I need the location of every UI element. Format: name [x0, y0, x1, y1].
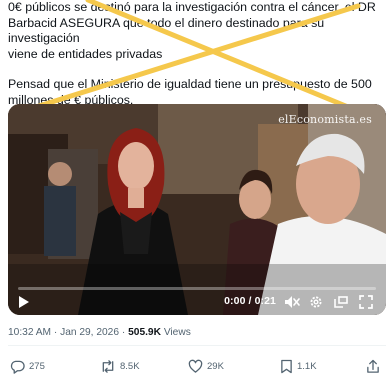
action-bar: 275 8.5K 29K 1.1K — [0, 356, 390, 376]
tweet-meta: 10:32 AM · Jan 29, 2026 · 505.9K Views — [8, 327, 191, 338]
timestamp[interactable]: 10:32 AM · Jan 29, 2026 — [8, 327, 119, 338]
bookmark-count: 1.1K — [297, 360, 317, 372]
bookmark-button[interactable]: 1.1K — [280, 356, 317, 376]
repost-icon — [102, 359, 114, 373]
meta-separator: · — [121, 327, 126, 338]
share-icon — [367, 359, 379, 373]
divider — [8, 345, 386, 346]
pip-button[interactable] — [332, 294, 348, 310]
repost-count: 8.5K — [120, 360, 140, 372]
volume-icon — [285, 296, 300, 308]
volume-button[interactable] — [284, 294, 300, 310]
reply-button[interactable]: 275 — [10, 356, 45, 376]
video-player[interactable]: elEconomista.es 0:00 / 0:21 — [8, 104, 386, 315]
tweet-line: Barbacid ASEGURA que todo el dinero dest… — [8, 15, 325, 46]
play-button[interactable] — [16, 294, 32, 310]
views-count: 505.9K — [128, 327, 161, 338]
reply-icon — [10, 360, 25, 374]
settings-icon — [310, 296, 322, 308]
tweet-line: viene de entidades privadas — [8, 46, 163, 61]
reply-count: 275 — [29, 360, 45, 372]
like-icon — [188, 359, 203, 373]
repost-button[interactable]: 8.5K — [100, 356, 140, 376]
tweet-line: Pensad que el Ministerio de igualdad tie… — [8, 77, 372, 92]
video-frame — [8, 104, 386, 315]
tweet-line: 0€ públicos se destinó para la investiga… — [8, 0, 376, 14]
bookmark-icon — [281, 359, 292, 373]
views-label: Views — [163, 327, 191, 338]
video-controls: 0:00 / 0:21 — [8, 285, 386, 315]
progress-bar[interactable] — [18, 287, 376, 290]
settings-button[interactable] — [308, 294, 324, 310]
fullscreen-icon — [359, 295, 373, 309]
fullscreen-button[interactable] — [358, 294, 374, 310]
share-button[interactable] — [366, 356, 384, 376]
like-count: 29K — [207, 360, 224, 372]
like-button[interactable]: 29K — [188, 356, 224, 376]
video-time: 0:00 / 0:21 — [224, 295, 276, 307]
pip-icon — [333, 296, 348, 308]
play-icon — [19, 296, 29, 308]
video-watermark: elEconomista.es — [278, 113, 372, 126]
tweet-text: 0€ públicos se destinó para la investiga… — [8, 0, 386, 109]
